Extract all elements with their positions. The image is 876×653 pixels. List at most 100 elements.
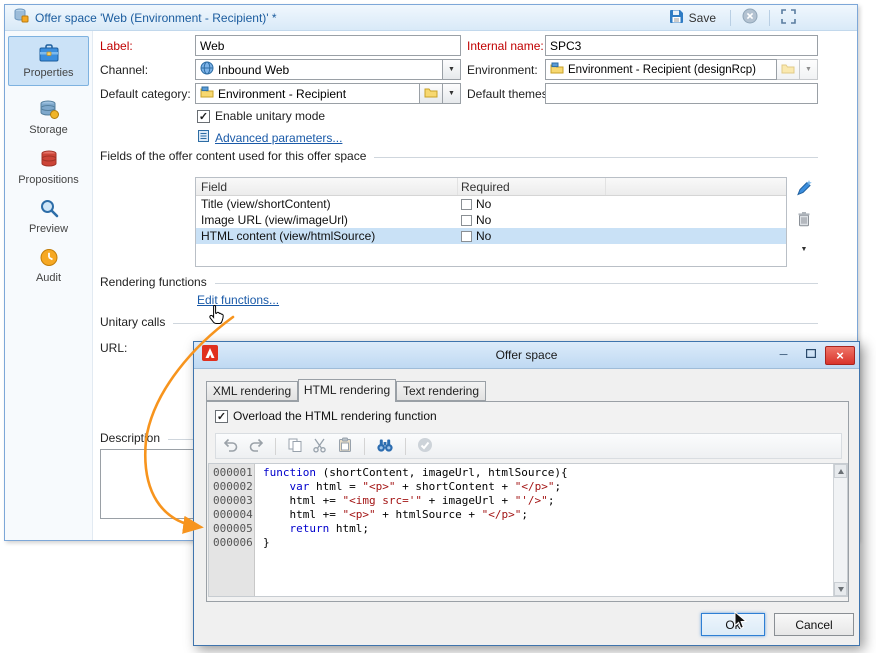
table-row-title[interactable]: Title (view/shortContent) No xyxy=(196,196,786,212)
sidebar-item-propositions[interactable]: Propositions xyxy=(8,143,89,191)
section-rule xyxy=(374,157,818,158)
required-checkbox[interactable] xyxy=(461,199,472,210)
internal-name-label: Internal name: xyxy=(467,39,544,53)
tab-html-rendering[interactable]: HTML rendering xyxy=(298,379,396,402)
sidebar-item-storage[interactable]: Storage xyxy=(8,93,89,141)
sidebar-item-preview[interactable]: Preview xyxy=(8,192,89,240)
code-text: return html; xyxy=(255,522,369,536)
channel-select[interactable]: Inbound Web ▼ xyxy=(195,59,461,80)
code-line: 000006} xyxy=(209,536,833,550)
sidebar-item-label: Propositions xyxy=(18,174,79,186)
rendering-section-header: Rendering functions xyxy=(100,275,818,289)
globe-icon xyxy=(200,61,214,78)
required-cell: No xyxy=(458,213,606,227)
environment-folder-button[interactable] xyxy=(777,59,800,80)
add-field-button[interactable] xyxy=(795,179,813,200)
default-category-dropdown-button[interactable]: ▼ xyxy=(443,83,461,104)
table-row-image-url[interactable]: Image URL (view/imageUrl) No xyxy=(196,212,786,228)
validate-button[interactable] xyxy=(416,436,434,457)
environment-dropdown-button[interactable]: ▼ xyxy=(800,59,818,80)
section-rule xyxy=(215,283,818,284)
dialog-titlebar[interactable]: Offer space ─ × xyxy=(194,342,859,369)
offer-space-icon xyxy=(13,7,29,28)
checkmark-icon xyxy=(417,437,433,456)
dialog-window-buttons: ─ × xyxy=(771,346,855,365)
chevron-down-icon: ▼ xyxy=(448,66,455,73)
overload-label: Overload the HTML rendering function xyxy=(233,409,437,423)
default-themes-input[interactable] xyxy=(545,83,818,104)
label-input[interactable] xyxy=(195,35,461,56)
more-actions-button[interactable]: ▼ xyxy=(801,244,808,253)
dialog-close-button[interactable]: × xyxy=(825,346,855,365)
enable-unitary-checkbox[interactable]: ✓ xyxy=(197,110,210,123)
dialog-title: Offer space xyxy=(194,348,859,362)
editor-scrollbar[interactable] xyxy=(833,464,847,596)
environment-select[interactable]: Environment - Recipient (designRcp) ▼ xyxy=(545,59,818,80)
code-editor[interactable]: 000001function (shortContent, imageUrl, … xyxy=(208,463,848,597)
advanced-parameters-row: Advanced parameters... xyxy=(197,129,342,146)
code-line: 000005 return html; xyxy=(209,522,833,536)
folder-icon xyxy=(424,86,438,101)
required-checkbox[interactable] xyxy=(461,231,472,242)
delete-field-button[interactable] xyxy=(797,211,811,230)
column-header-field[interactable]: Field xyxy=(196,178,458,195)
audit-clock-icon xyxy=(9,247,88,270)
copy-button[interactable] xyxy=(286,436,304,457)
internal-name-input[interactable] xyxy=(545,35,818,56)
cut-button[interactable] xyxy=(311,436,329,457)
ok-button[interactable]: Ok xyxy=(701,613,765,636)
toolbar-separator xyxy=(405,438,406,455)
code-text: html += "<img src='" + imageUrl + "'/>"; xyxy=(255,494,554,508)
channel-value-box: Inbound Web xyxy=(195,59,443,80)
advanced-parameters-link[interactable]: Advanced parameters... xyxy=(215,131,342,145)
default-category-label: Default category: xyxy=(100,87,191,101)
scroll-down-button[interactable] xyxy=(834,582,847,596)
toolbar-separator xyxy=(364,438,365,455)
binoculars-icon xyxy=(376,437,394,456)
redo-button[interactable] xyxy=(247,436,265,457)
tab-xml-rendering[interactable]: XML rendering xyxy=(206,381,298,401)
sidebar-item-label: Properties xyxy=(23,67,73,79)
default-category-value-box: Environment - Recipient xyxy=(195,83,420,104)
scroll-up-button[interactable] xyxy=(834,464,847,478)
channel-dropdown-button[interactable]: ▼ xyxy=(443,59,461,80)
fields-section-header: Fields of the offer content used for thi… xyxy=(100,149,818,163)
default-category-folder-button[interactable] xyxy=(420,83,443,104)
cancel-button[interactable]: Cancel xyxy=(774,613,854,636)
check-icon: ✓ xyxy=(216,411,227,423)
unitary-calls-section-header: Unitary calls xyxy=(100,315,818,329)
tab-label: Text rendering xyxy=(403,384,479,398)
edit-functions-link[interactable]: Edit functions... xyxy=(197,293,279,307)
fullscreen-button[interactable] xyxy=(780,8,797,28)
paste-button[interactable] xyxy=(336,436,354,457)
required-checkbox[interactable] xyxy=(461,215,472,226)
default-category-select[interactable]: Environment - Recipient ▼ xyxy=(195,83,461,104)
folder-database-icon xyxy=(550,62,564,77)
add-field-icon xyxy=(795,185,813,200)
sidebar-item-properties[interactable]: Properties xyxy=(8,36,89,86)
minimize-button[interactable]: ─ xyxy=(771,346,796,365)
save-button[interactable]: Save xyxy=(665,7,720,29)
close-window-button[interactable] xyxy=(741,7,759,28)
undo-icon xyxy=(223,437,239,456)
overload-checkbox[interactable]: ✓ xyxy=(215,410,228,423)
code-text: var html = "<p>" + shortContent + "</p>"… xyxy=(255,480,561,494)
maximize-button[interactable] xyxy=(798,346,823,365)
column-header-required[interactable]: Required xyxy=(458,178,606,195)
search-button[interactable] xyxy=(375,436,395,457)
close-icon: × xyxy=(836,348,844,363)
field-cell: HTML content (view/htmlSource) xyxy=(196,229,458,243)
tab-text-rendering[interactable]: Text rendering xyxy=(396,381,486,401)
environment-label: Environment: xyxy=(467,63,538,77)
rendering-section-title: Rendering functions xyxy=(100,275,207,289)
unitary-calls-title: Unitary calls xyxy=(100,315,165,329)
html-rendering-panel: ✓ Overload the HTML rendering function xyxy=(206,401,849,602)
table-row-html-content[interactable]: HTML content (view/htmlSource) No xyxy=(196,228,786,244)
sidebar-item-audit[interactable]: Audit xyxy=(8,241,89,289)
undo-button[interactable] xyxy=(222,436,240,457)
preview-magnifier-icon xyxy=(9,198,88,221)
code-lines: 000001function (shortContent, imageUrl, … xyxy=(209,466,833,550)
code-line: 000004 html += "<p>" + htmlSource + "</p… xyxy=(209,508,833,522)
environment-value-box: Environment - Recipient (designRcp) xyxy=(545,59,777,80)
channel-value: Inbound Web xyxy=(218,63,289,77)
